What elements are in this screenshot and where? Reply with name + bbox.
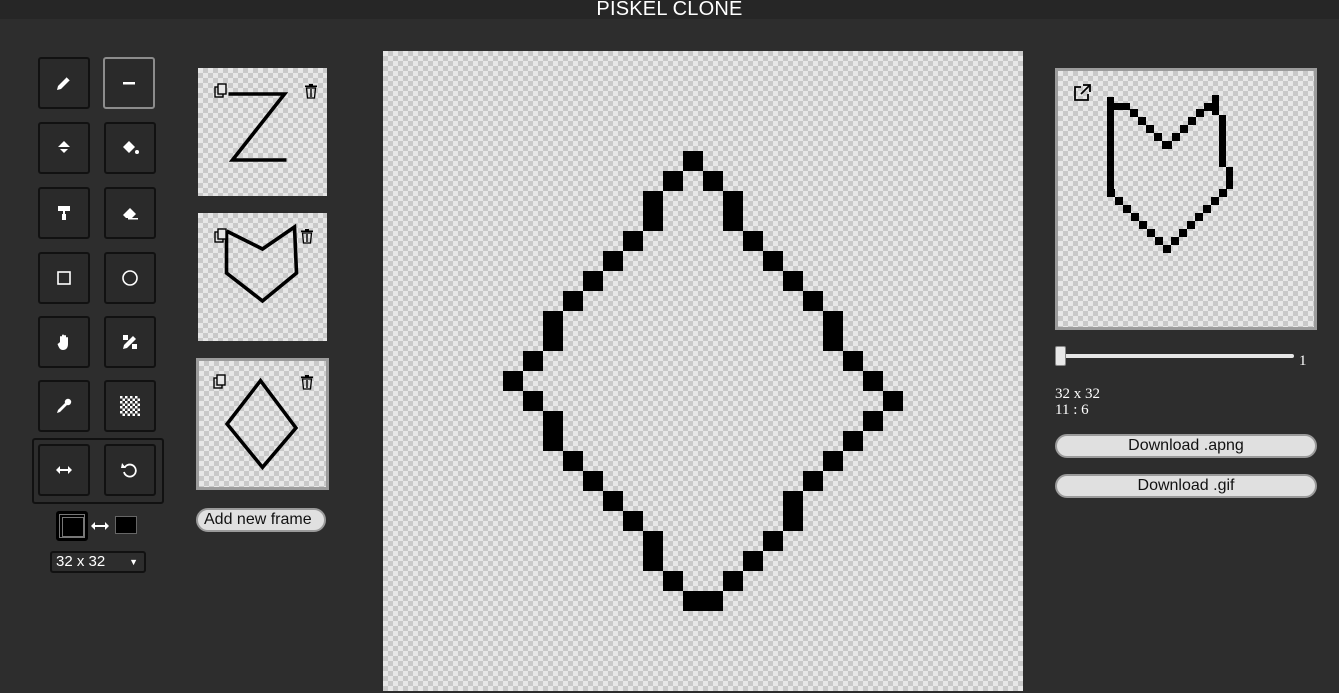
copy-frame-icon[interactable] <box>212 374 228 390</box>
swap-colors-icon[interactable] <box>90 519 110 533</box>
fps-slider-handle[interactable] <box>1055 346 1066 366</box>
preview-art <box>1107 95 1233 253</box>
paint-bucket-tool-button[interactable] <box>38 122 90 174</box>
download-gif-button[interactable]: Download .gif <box>1055 474 1317 498</box>
eyedropper-icon <box>57 398 72 413</box>
secondary-color-swatch[interactable] <box>115 516 137 534</box>
frame-thumbnail-1[interactable] <box>198 68 327 196</box>
title-bar: PISKEL CLONE <box>0 0 1339 19</box>
paint-roller-icon <box>58 206 70 220</box>
pen-ruler-icon <box>123 335 137 349</box>
hand-icon <box>57 334 68 350</box>
drawing-canvas[interactable] <box>383 51 1023 691</box>
canvas-size-label: 32 x 32 <box>1055 386 1100 402</box>
paint-bucket-fill-icon <box>123 141 139 154</box>
eraser-tool-button[interactable] <box>104 187 156 239</box>
canvas-pixel-art <box>503 151 903 611</box>
paint-all-tool-button[interactable] <box>104 122 156 174</box>
pencil-icon <box>57 76 71 90</box>
animation-preview <box>1055 68 1317 330</box>
fps-value: 1 <box>1299 353 1307 369</box>
add-new-frame-button[interactable]: Add new frame <box>196 508 326 532</box>
move-tool-button[interactable] <box>38 316 90 368</box>
primary-color-swatch[interactable] <box>56 511 88 541</box>
copy-frame-icon[interactable] <box>213 228 229 244</box>
eraser-icon <box>123 208 138 220</box>
app-title: PISKEL CLONE <box>596 0 743 20</box>
circle-tool-button[interactable] <box>104 252 156 304</box>
checkerboard-tool-button[interactable] <box>104 380 156 432</box>
square-icon <box>57 271 71 285</box>
canvas-size-select[interactable]: 32 x 32 ▼ <box>50 551 146 573</box>
rotate-tool-button[interactable] <box>104 444 156 496</box>
flip-tool-button[interactable] <box>38 444 90 496</box>
stroke-tool-button[interactable] <box>103 57 155 109</box>
cursor-coordinates: 11 : 6 <box>1055 402 1089 418</box>
horizontal-arrows-icon <box>56 466 72 474</box>
rotate-icon <box>121 463 137 478</box>
chevron-down-icon: ▼ <box>129 557 138 567</box>
frame-thumbnail-2[interactable] <box>198 213 327 341</box>
canvas-size-value: 32 x 32 <box>56 553 106 570</box>
frame-thumbnail-3[interactable] <box>196 358 329 490</box>
paint-bucket-icon <box>58 141 70 153</box>
delete-frame-icon[interactable] <box>299 228 315 244</box>
rectangle-tool-button[interactable] <box>38 252 90 304</box>
lighten-tool-button[interactable] <box>38 187 90 239</box>
delete-frame-icon[interactable] <box>303 83 319 99</box>
circle-icon <box>122 270 138 286</box>
line-icon <box>123 82 135 85</box>
dithering-tool-button[interactable] <box>104 316 156 368</box>
color-picker-tool-button[interactable] <box>38 380 90 432</box>
popout-preview-icon[interactable] <box>1072 83 1092 103</box>
delete-frame-icon[interactable] <box>299 374 315 390</box>
fps-slider-track[interactable] <box>1061 354 1294 358</box>
download-apng-button[interactable]: Download .apng <box>1055 434 1317 458</box>
pen-tool-button[interactable] <box>38 57 90 109</box>
copy-frame-icon[interactable] <box>213 83 229 99</box>
checkerboard-icon <box>120 396 140 416</box>
